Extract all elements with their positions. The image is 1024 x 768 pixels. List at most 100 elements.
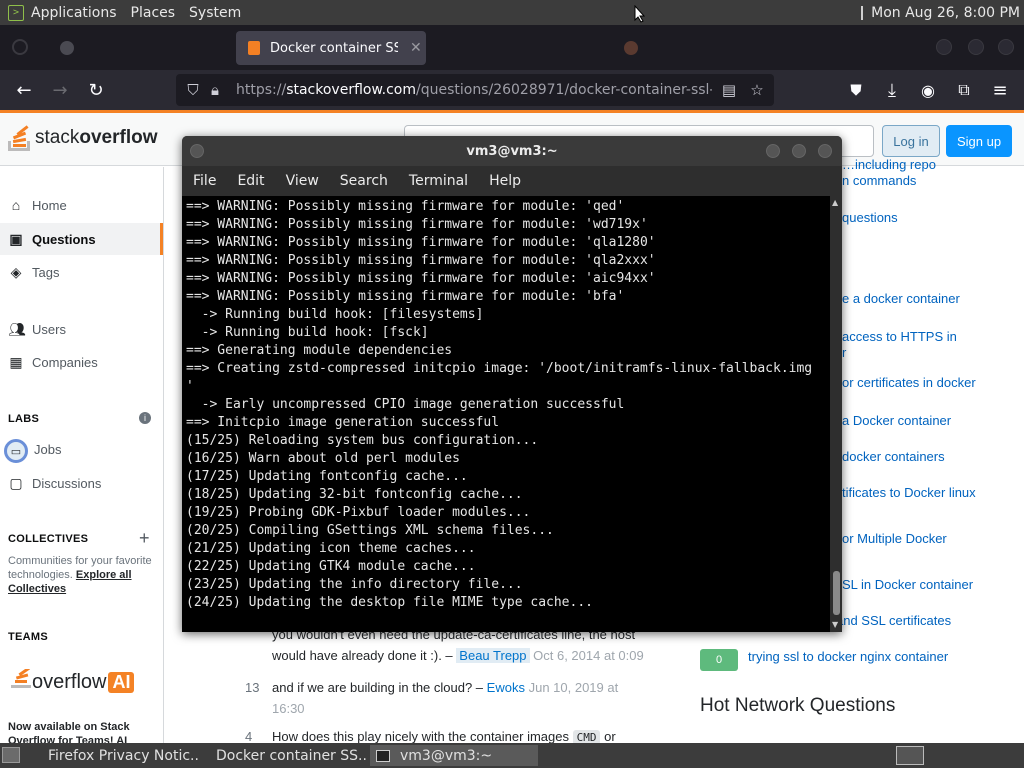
mouse-cursor-icon bbox=[634, 5, 646, 23]
hamburger-menu-icon[interactable]: ≡ bbox=[988, 78, 1012, 102]
terminal-menu-search[interactable]: Search bbox=[329, 173, 398, 189]
places-menu[interactable]: Places bbox=[124, 0, 183, 25]
related-question-link[interactable]: or certificates in docker bbox=[842, 374, 976, 392]
nav-home[interactable]: ⌂ Home bbox=[0, 189, 163, 221]
terminal-menu-file[interactable]: File bbox=[182, 173, 226, 189]
related-question-link[interactable]: e a docker container bbox=[842, 290, 960, 308]
stackoverflow-logo-icon bbox=[8, 125, 30, 151]
tracking-shield-icon[interactable]: ⛉ bbox=[182, 81, 204, 99]
terminal-scrollbar[interactable]: ▲ ▼ bbox=[830, 196, 842, 632]
taskbar-terminal[interactable]: vm3@vm3:~ bbox=[370, 745, 538, 766]
url-text[interactable]: https://stackoverflow.com/questions/2602… bbox=[236, 82, 712, 98]
related-question-link[interactable]: a Docker container bbox=[842, 412, 951, 430]
terminal-menu-edit[interactable]: Edit bbox=[226, 173, 274, 189]
tab-docker-container-ssl[interactable]: Docker container SSL ✕ bbox=[236, 31, 426, 65]
minimize-window-button[interactable] bbox=[936, 39, 952, 55]
stackoverflow-favicon-icon bbox=[248, 41, 260, 55]
nav-tags[interactable]: ◈ Tags bbox=[0, 256, 163, 288]
close-window-button[interactable] bbox=[998, 39, 1014, 55]
clock[interactable]: Mon Aug 26, 8:00 PM bbox=[871, 5, 1020, 21]
forward-arrow-icon[interactable]: → bbox=[48, 78, 72, 102]
clock-area[interactable]: Mon Aug 26, 8:00 PM bbox=[861, 0, 1020, 25]
related-question-link[interactable]: questions bbox=[842, 209, 898, 227]
applications-menu-icon[interactable]: > bbox=[8, 4, 24, 21]
tab-overview-icon[interactable] bbox=[12, 39, 28, 55]
panel-separator bbox=[861, 5, 864, 20]
related-question-link[interactable]: docker containers bbox=[842, 448, 945, 466]
terminal-output[interactable]: ==> WARNING: Possibly missing firmware f… bbox=[182, 196, 830, 632]
scrollbar-thumb[interactable] bbox=[833, 571, 840, 615]
scroll-down-arrow-icon[interactable]: ▼ bbox=[832, 620, 838, 629]
maximize-window-button[interactable] bbox=[968, 39, 984, 55]
system-menu[interactable]: System bbox=[182, 0, 248, 25]
show-desktop-icon[interactable] bbox=[2, 747, 20, 763]
related-question-link[interactable]: SL in Docker container bbox=[842, 576, 973, 594]
related-question-link[interactable]: trying ssl to docker nginx container bbox=[748, 648, 948, 666]
taskbar-firefox-privacy[interactable]: Firefox Privacy Notic... bbox=[34, 745, 200, 766]
teams-heading: TEAMS bbox=[8, 631, 48, 643]
overflow-ai-logo[interactable]: overflow AI bbox=[10, 669, 135, 695]
comment: 4 How does this play nicely with the con… bbox=[240, 726, 660, 743]
comment-user-link[interactable]: Ewoks bbox=[487, 680, 525, 695]
terminal-minimize-button[interactable] bbox=[764, 142, 782, 160]
nav-companies[interactable]: ▦ Companies bbox=[0, 346, 163, 378]
comment-date[interactable]: Jun 10, 2019 at bbox=[529, 680, 619, 695]
comment-user-link[interactable]: Beau Trepp bbox=[456, 648, 530, 663]
terminal-window[interactable]: vm3@vm3:~ File Edit View Search Terminal… bbox=[182, 136, 842, 632]
lock-icon[interactable]: 🔒︎ bbox=[204, 81, 226, 99]
taskbar-label: Firefox Privacy Notic... bbox=[48, 747, 200, 764]
add-collective-icon[interactable]: + bbox=[139, 528, 150, 549]
related-question-link[interactable]: or Multiple Docker bbox=[842, 530, 947, 548]
extensions-icon[interactable]: ⧉ bbox=[952, 78, 976, 102]
explore-collectives-link[interactable]: Collectives bbox=[8, 583, 66, 595]
tab-favicon-icon bbox=[60, 41, 74, 55]
nav-users[interactable]: 👥︎ Users bbox=[0, 313, 163, 345]
account-icon[interactable]: ◉ bbox=[916, 78, 940, 102]
so-logo[interactable]: stack overflow bbox=[8, 125, 157, 151]
taskbar-label: vm3@vm3:~ bbox=[400, 747, 493, 764]
signup-button[interactable]: Sign up bbox=[946, 125, 1012, 157]
terminal-maximize-button[interactable] bbox=[790, 142, 808, 160]
info-icon[interactable]: i bbox=[139, 412, 151, 424]
url-bar[interactable]: ⛉ 🔒︎ https://stackoverflow.com/questions… bbox=[176, 74, 774, 106]
comment-date[interactable]: 16:30 bbox=[272, 698, 660, 719]
applications-menu[interactable]: Applications bbox=[24, 0, 124, 25]
reader-view-icon[interactable]: ▤ bbox=[718, 81, 740, 99]
pocket-icon[interactable]: ⛊ bbox=[844, 78, 868, 102]
terminal-titlebar[interactable]: vm3@vm3:~ bbox=[182, 136, 842, 166]
scroll-up-arrow-icon[interactable]: ▲ bbox=[832, 198, 838, 207]
terminal-line: -> Early uncompressed CPIO image generat… bbox=[186, 397, 625, 412]
discussions-icon: ▢ bbox=[9, 474, 23, 491]
tab-inactive-3[interactable] bbox=[612, 31, 712, 65]
nav-discussions[interactable]: ▢ Discussions bbox=[0, 467, 163, 499]
terminal-line: (22/25) Updating GTK4 module cache... bbox=[186, 559, 476, 574]
comment-date[interactable]: Oct 6, 2014 at 0:09 bbox=[533, 648, 644, 663]
related-question-link[interactable]: n commands bbox=[842, 172, 916, 190]
workspace-switcher[interactable] bbox=[896, 746, 924, 765]
explore-collectives-link[interactable]: Explore all bbox=[76, 569, 132, 581]
back-arrow-icon[interactable]: ← bbox=[12, 78, 36, 102]
related-question-link[interactable]: and SSL certificates bbox=[836, 612, 951, 630]
bookmark-star-icon[interactable]: ☆ bbox=[746, 81, 768, 99]
login-button[interactable]: Log in bbox=[882, 125, 940, 157]
terminal-close-button[interactable] bbox=[816, 142, 834, 160]
terminal-menu-terminal[interactable]: Terminal bbox=[398, 173, 478, 189]
reload-icon[interactable]: ↻ bbox=[84, 78, 108, 102]
terminal-line: ==> Generating module dependencies bbox=[186, 343, 453, 358]
nav-jobs[interactable]: ▭ Jobs bbox=[0, 433, 163, 465]
tab-close-icon[interactable]: ✕ bbox=[410, 40, 422, 56]
terminal-line: (23/25) Updating the info directory file… bbox=[186, 577, 523, 592]
nav-questions[interactable]: ▣ Questions bbox=[0, 223, 163, 255]
terminal-menu-help[interactable]: Help bbox=[478, 173, 531, 189]
related-question-link[interactable]: r bbox=[842, 344, 846, 362]
related-question-link[interactable]: access to HTTPS in bbox=[842, 328, 957, 346]
related-question-link[interactable]: tificates to Docker linux bbox=[842, 484, 976, 502]
tab-inactive-1[interactable] bbox=[48, 31, 228, 65]
collectives-desc-line: technologies. bbox=[8, 569, 73, 581]
taskbar-docker-container[interactable]: Docker container SS... bbox=[202, 745, 368, 766]
terminal-menu-view[interactable]: View bbox=[275, 173, 329, 189]
downloads-icon[interactable]: ⤓ bbox=[880, 78, 904, 102]
terminal-menu-button[interactable] bbox=[188, 142, 206, 160]
nav-questions-label: Questions bbox=[32, 231, 96, 247]
users-icon: 👥︎ bbox=[8, 320, 26, 337]
